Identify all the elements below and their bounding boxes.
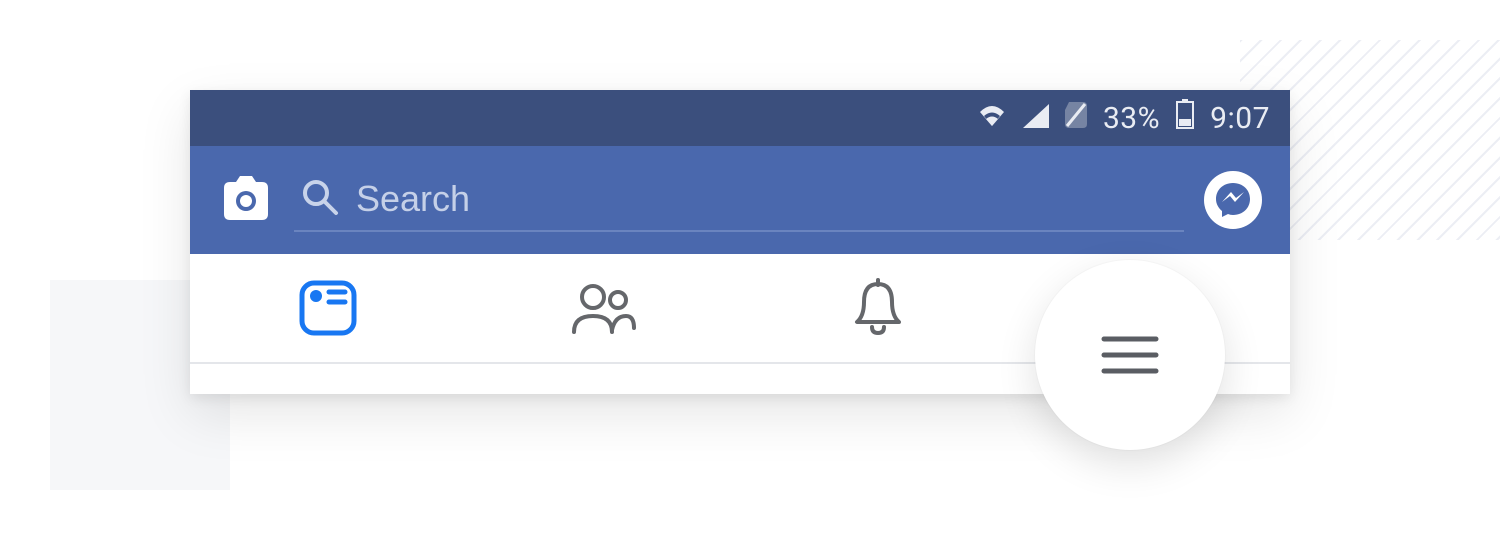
battery-percent: 33% (1103, 101, 1160, 136)
clock: 9:07 (1210, 101, 1270, 136)
menu-button-highlight[interactable] (1035, 260, 1225, 450)
tab-friends[interactable] (465, 254, 740, 362)
wifi-icon (977, 101, 1007, 136)
search-input[interactable] (356, 178, 1184, 220)
hamburger-icon (1098, 331, 1162, 379)
messenger-icon (1213, 180, 1253, 220)
no-sim-icon (1065, 101, 1087, 136)
camera-button[interactable] (218, 172, 274, 228)
battery-icon (1176, 99, 1194, 137)
friends-icon (568, 280, 638, 336)
tab-notifications[interactable] (740, 254, 1015, 362)
newsfeed-icon (299, 280, 357, 336)
status-bar: 33% 9:07 (190, 90, 1290, 146)
search-icon (300, 177, 340, 221)
app-bar (190, 146, 1290, 254)
bell-icon (851, 278, 905, 338)
search-field[interactable] (294, 168, 1184, 232)
cell-signal-icon (1023, 101, 1049, 136)
messenger-button[interactable] (1204, 171, 1262, 229)
tab-newsfeed[interactable] (190, 254, 465, 362)
camera-icon (218, 176, 274, 224)
